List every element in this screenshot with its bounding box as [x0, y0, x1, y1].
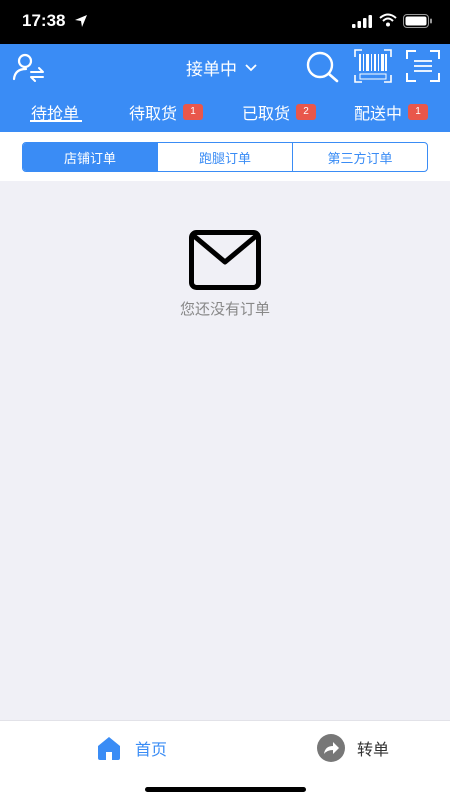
segment-third-party-orders[interactable]: 第三方订单: [292, 143, 427, 171]
tab-picked-up[interactable]: 已取货 2: [242, 100, 317, 124]
chevron-down-icon: [245, 63, 257, 71]
nav-home[interactable]: 首页: [95, 734, 167, 762]
home-indicator: [145, 787, 306, 792]
app-header: 接单中 待抢单 待取货 1 已取货 2 配送中 1: [0, 44, 450, 132]
search-icon[interactable]: [305, 51, 339, 83]
tab-to-pickup[interactable]: 待取货 1: [129, 100, 204, 124]
user-switch-icon[interactable]: [12, 52, 46, 82]
signal-icon: [352, 15, 372, 28]
tab-label: 已取货: [242, 104, 291, 123]
segment-errand-orders[interactable]: 跑腿订单: [157, 143, 292, 171]
empty-state-message: 您还没有订单: [179, 300, 270, 318]
forward-icon: [317, 734, 345, 762]
count-badge: 1: [408, 104, 429, 120]
tab-label: 待取货: [129, 104, 178, 123]
count-badge: 1: [183, 104, 204, 120]
order-status-dropdown[interactable]: 接单中: [186, 55, 257, 80]
mail-icon: [189, 230, 261, 290]
wifi-icon: [379, 13, 397, 27]
home-icon: [98, 737, 120, 760]
tab-label: 配送中: [354, 104, 403, 123]
nav-transfer[interactable]: 转单: [317, 734, 389, 762]
location-arrow-icon: [75, 15, 87, 27]
count-badge: 2: [296, 104, 317, 120]
scan-icon[interactable]: [406, 50, 440, 82]
battery-icon: [403, 14, 432, 28]
order-source-bar: 店铺订单 跑腿订单 第三方订单: [0, 132, 450, 181]
status-bar: 17:38: [0, 0, 450, 44]
nav-home-label: 首页: [135, 740, 168, 759]
order-status-label: 接单中: [186, 60, 237, 80]
status-time: 17:38: [22, 11, 66, 30]
segment-store-orders[interactable]: 店铺订单: [23, 143, 157, 171]
order-source-segment: 店铺订单 跑腿订单 第三方订单: [22, 142, 428, 172]
tab-delivering[interactable]: 配送中 1: [354, 100, 429, 124]
nav-transfer-label: 转单: [357, 740, 390, 759]
barcode-icon[interactable]: [354, 49, 392, 83]
order-tabs: 待抢单 待取货 1 已取货 2 配送中 1: [0, 98, 450, 132]
active-tab-indicator: [30, 120, 82, 122]
